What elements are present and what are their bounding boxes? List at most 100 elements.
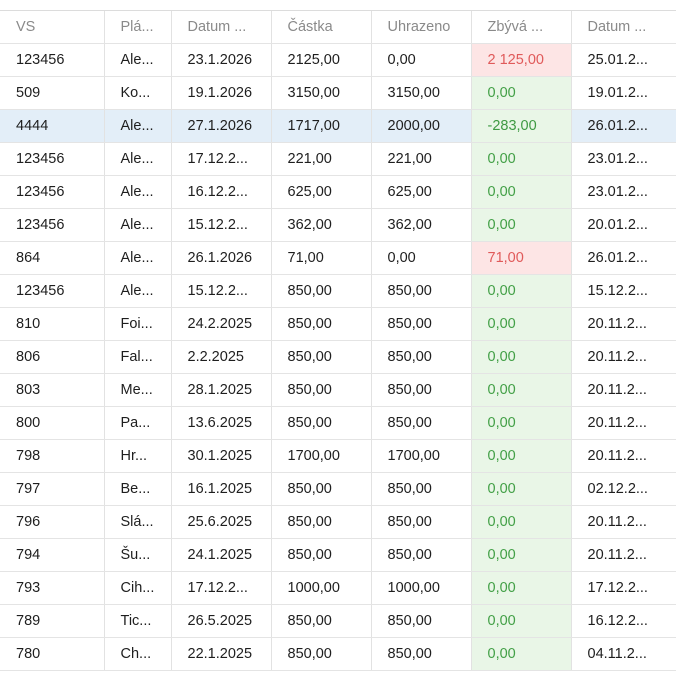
cell-platce: Fal...: [104, 340, 172, 374]
table-row[interactable]: 123456 Ale... 17.12.2... 221,00 221,00 0,00 23…: [0, 142, 676, 176]
cell-castka: 221,00: [271, 142, 372, 176]
cell-zbyva: 0,00: [471, 373, 572, 407]
cell-datum-vystaveni: 16.1.2025: [171, 472, 272, 506]
cell-castka: 850,00: [271, 307, 372, 341]
cell-castka: 850,00: [271, 637, 372, 671]
cell-vs: 793: [0, 571, 105, 605]
cell-datum-vystaveni: 24.1.2025: [171, 538, 272, 572]
cell-vs: 864: [0, 241, 105, 275]
cell-vs: 123456: [0, 175, 105, 209]
cell-vs: 794: [0, 538, 105, 572]
cell-uhrazeno: 0,00: [371, 241, 472, 275]
cell-datum-vystaveni: 28.1.2025: [171, 373, 272, 407]
cell-vs: 4444: [0, 109, 105, 143]
cell-castka: 1000,00: [271, 571, 372, 605]
cell-platce: Ko...: [104, 76, 172, 110]
cell-uhrazeno: 850,00: [371, 406, 472, 440]
cell-platce: Cih...: [104, 571, 172, 605]
cell-platce: Ale...: [104, 175, 172, 209]
cell-zbyva: 0,00: [471, 274, 572, 308]
cell-castka: 850,00: [271, 406, 372, 440]
table-row[interactable]: 800 Pa... 13.6.2025 850,00 850,00 0,00 20.11.2…: [0, 406, 676, 440]
cell-castka: 850,00: [271, 538, 372, 572]
table-row[interactable]: 797 Be... 16.1.2025 850,00 850,00 0,00 02.12.2…: [0, 472, 676, 506]
cell-datum-splatnosti: 16.12.2...: [571, 604, 676, 638]
table-row[interactable]: 4444 Ale... 27.1.2026 1717,00 2000,00 -283,00…: [0, 109, 676, 143]
cell-datum-splatnosti: 20.11.2...: [571, 340, 676, 374]
cell-castka: 850,00: [271, 472, 372, 506]
table-row[interactable]: 794 Šu... 24.1.2025 850,00 850,00 0,00 20.11.2…: [0, 538, 676, 572]
cell-datum-vystaveni: 22.1.2025: [171, 637, 272, 671]
cell-uhrazeno: 850,00: [371, 340, 472, 374]
cell-castka: 1700,00: [271, 439, 372, 473]
cell-uhrazeno: 1000,00: [371, 571, 472, 605]
table-row[interactable]: 796 Slá... 25.6.2025 850,00 850,00 0,00 20.11.…: [0, 505, 676, 539]
table-row[interactable]: 798 Hr... 30.1.2025 1700,00 1700,00 0,00 20.11…: [0, 439, 676, 473]
column-header-uhrazeno[interactable]: Uhrazeno: [371, 11, 472, 44]
table-row[interactable]: 803 Me... 28.1.2025 850,00 850,00 0,00 20.11.2…: [0, 373, 676, 407]
cell-zbyva: 0,00: [471, 505, 572, 539]
cell-uhrazeno: 850,00: [371, 538, 472, 572]
table-row[interactable]: 789 Tic... 26.5.2025 850,00 850,00 0,00 16.12.…: [0, 604, 676, 638]
cell-vs: 123456: [0, 43, 105, 77]
cell-uhrazeno: 1700,00: [371, 439, 472, 473]
cell-castka: 850,00: [271, 604, 372, 638]
cell-datum-vystaveni: 17.12.2...: [171, 142, 272, 176]
cell-platce: Foi...: [104, 307, 172, 341]
cell-zbyva: 0,00: [471, 439, 572, 473]
cell-uhrazeno: 850,00: [371, 274, 472, 308]
table-row[interactable]: 810 Foi... 24.2.2025 850,00 850,00 0,00 20.11.…: [0, 307, 676, 341]
table-row[interactable]: 793 Cih... 17.12.2... 1000,00 1000,00 0,00 17.…: [0, 571, 676, 605]
cell-zbyva: 0,00: [471, 340, 572, 374]
cell-zbyva: 0,00: [471, 208, 572, 242]
column-header-castka[interactable]: Částka: [271, 11, 372, 44]
table-row[interactable]: 123456 Ale... 23.1.2026 2125,00 0,00 2 125,00…: [0, 43, 676, 77]
cell-uhrazeno: 850,00: [371, 307, 472, 341]
cell-platce: Ale...: [104, 274, 172, 308]
table-row[interactable]: 123456 Ale... 15.12.2... 362,00 362,00 0,00 20…: [0, 208, 676, 242]
cell-datum-splatnosti: 23.01.2...: [571, 142, 676, 176]
cell-uhrazeno: 3150,00: [371, 76, 472, 110]
cell-datum-splatnosti: 20.11.2...: [571, 439, 676, 473]
cell-uhrazeno: 850,00: [371, 637, 472, 671]
table-row[interactable]: 123456 Ale... 15.12.2... 850,00 850,00 0,00 15…: [0, 274, 676, 308]
cell-vs: 796: [0, 505, 105, 539]
cell-datum-vystaveni: 15.12.2...: [171, 208, 272, 242]
cell-castka: 850,00: [271, 274, 372, 308]
column-header-zbyva[interactable]: Zbývá ...: [471, 11, 572, 44]
cell-platce: Ale...: [104, 142, 172, 176]
table-row[interactable]: 806 Fal... 2.2.2025 850,00 850,00 0,00 20.11.2…: [0, 340, 676, 374]
cell-platce: Ch...: [104, 637, 172, 671]
cell-vs: 798: [0, 439, 105, 473]
cell-datum-splatnosti: 26.01.2...: [571, 241, 676, 275]
table-row[interactable]: 864 Ale... 26.1.2026 71,00 0,00 71,00 26.01.2.…: [0, 241, 676, 275]
cell-datum-splatnosti: 02.12.2...: [571, 472, 676, 506]
cell-castka: 850,00: [271, 373, 372, 407]
cell-vs: 509: [0, 76, 105, 110]
cell-datum-splatnosti: 26.01.2...: [571, 109, 676, 143]
cell-datum-vystaveni: 30.1.2025: [171, 439, 272, 473]
cell-datum-splatnosti: 20.11.2...: [571, 307, 676, 341]
cell-vs: 123456: [0, 142, 105, 176]
cell-uhrazeno: 221,00: [371, 142, 472, 176]
cell-platce: Pa...: [104, 406, 172, 440]
table-row[interactable]: 780 Ch... 22.1.2025 850,00 850,00 0,00 04.11.2…: [0, 637, 676, 671]
cell-platce: Be...: [104, 472, 172, 506]
cell-datum-splatnosti: 23.01.2...: [571, 175, 676, 209]
table-row[interactable]: 509 Ko... 19.1.2026 3150,00 3150,00 0,00 19.01…: [0, 76, 676, 110]
column-header-datum-splatnosti[interactable]: Datum ...: [571, 11, 676, 44]
column-header-datum-vystaveni[interactable]: Datum ...: [171, 11, 272, 44]
table-row[interactable]: 123456 Ale... 16.12.2... 625,00 625,00 0,00 23…: [0, 175, 676, 209]
cell-datum-vystaveni: 19.1.2026: [171, 76, 272, 110]
column-header-vs[interactable]: VS: [0, 11, 105, 44]
cell-datum-vystaveni: 26.5.2025: [171, 604, 272, 638]
cell-vs: 800: [0, 406, 105, 440]
cell-uhrazeno: 850,00: [371, 505, 472, 539]
cell-datum-vystaveni: 13.6.2025: [171, 406, 272, 440]
column-header-platce[interactable]: Plá...: [104, 11, 172, 44]
cell-zbyva: 0,00: [471, 406, 572, 440]
cell-zbyva: 0,00: [471, 571, 572, 605]
cell-datum-splatnosti: 04.11.2...: [571, 637, 676, 671]
cell-datum-splatnosti: 20.11.2...: [571, 538, 676, 572]
cell-platce: Slá...: [104, 505, 172, 539]
